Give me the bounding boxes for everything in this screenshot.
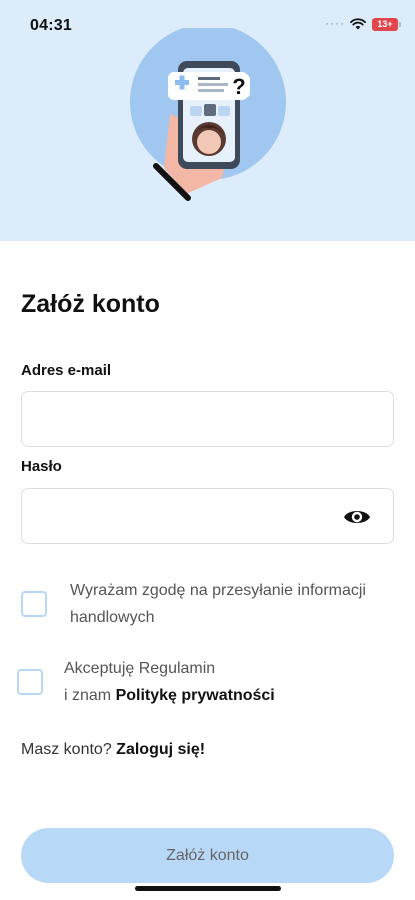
status-time: 04:31 <box>30 17 72 34</box>
privacy-policy-link[interactable]: Politykę prywatności <box>116 687 275 704</box>
eye-icon[interactable] <box>343 506 371 528</box>
terms-label: Akceptuję Regulamin i znam Politykę pryw… <box>64 655 399 709</box>
battery-icon: 13+ <box>372 18 401 31</box>
login-prompt: Masz konto? Zaloguj się! <box>21 741 205 759</box>
marketing-consent-label: Wyrażam zgodę na przesyłanie informacji … <box>70 582 366 626</box>
home-indicator <box>135 886 281 891</box>
email-label: Adres e-mail <box>21 362 112 379</box>
page-title: Załóż konto <box>21 290 160 318</box>
signup-form: Załóż konto Adres e-mail Hasło Wyrażam z… <box>0 241 415 900</box>
terms-text-line2: i znam <box>64 687 116 704</box>
password-field-container <box>21 488 394 544</box>
marketing-consent-checkbox[interactable] <box>21 591 47 617</box>
password-label: Hasło <box>21 458 62 475</box>
login-link[interactable]: Zaloguj się! <box>116 741 205 758</box>
email-field[interactable] <box>22 392 393 446</box>
email-field-container <box>21 391 394 447</box>
doctor-phone-illustration: ? <box>130 28 286 201</box>
terms-text: Akceptuję Regulamin <box>64 660 216 677</box>
wifi-icon <box>350 18 366 30</box>
password-field[interactable] <box>22 489 393 543</box>
signal-icon: ···· <box>325 16 345 30</box>
hero-banner: 04:31 ···· 13+ ? <box>0 0 415 241</box>
svg-text:?: ? <box>232 74 245 99</box>
login-prompt-text: Masz konto? <box>21 741 112 758</box>
create-account-button[interactable]: Załóż konto <box>21 828 394 883</box>
terms-checkbox[interactable] <box>17 669 43 695</box>
